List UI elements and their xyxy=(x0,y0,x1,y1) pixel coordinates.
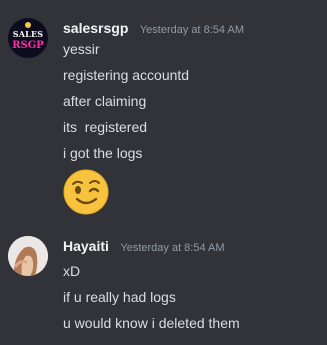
timestamp: Yesterday at 8:54 AM xyxy=(139,24,244,36)
message-header: Hayaiti Yesterday at 8:54 AM xyxy=(63,236,225,256)
avatar-logo-text-1: SALES xyxy=(12,28,44,39)
username[interactable]: salesrsgp xyxy=(63,20,128,36)
avatar-logo-text-2: RSGP xyxy=(12,39,44,51)
message-text: u would know i deleted them xyxy=(63,315,240,331)
message-text: yessir xyxy=(63,41,100,57)
avatar[interactable] xyxy=(8,236,48,276)
message-text: its registered xyxy=(63,119,148,135)
username[interactable]: Hayaiti xyxy=(63,238,109,254)
message-text: i got the logs xyxy=(63,145,143,161)
message-text: if u really had logs xyxy=(63,289,176,305)
avatar[interactable]: SALES RSGP xyxy=(8,18,48,58)
message-text: xD xyxy=(63,263,81,279)
chat-message-list: SALES RSGP salesrsgp Yesterday at 8:54 A… xyxy=(0,0,327,345)
avatar-crown-decoration xyxy=(25,22,31,28)
message-text: after claiming xyxy=(63,93,147,109)
message-header: salesrsgp Yesterday at 8:54 AM xyxy=(63,18,244,38)
message-text: registering accountd xyxy=(63,67,190,83)
winking-face-emoji-icon xyxy=(63,169,109,215)
timestamp: Yesterday at 8:54 AM xyxy=(120,242,225,254)
avatar-photo-icon xyxy=(8,236,48,276)
